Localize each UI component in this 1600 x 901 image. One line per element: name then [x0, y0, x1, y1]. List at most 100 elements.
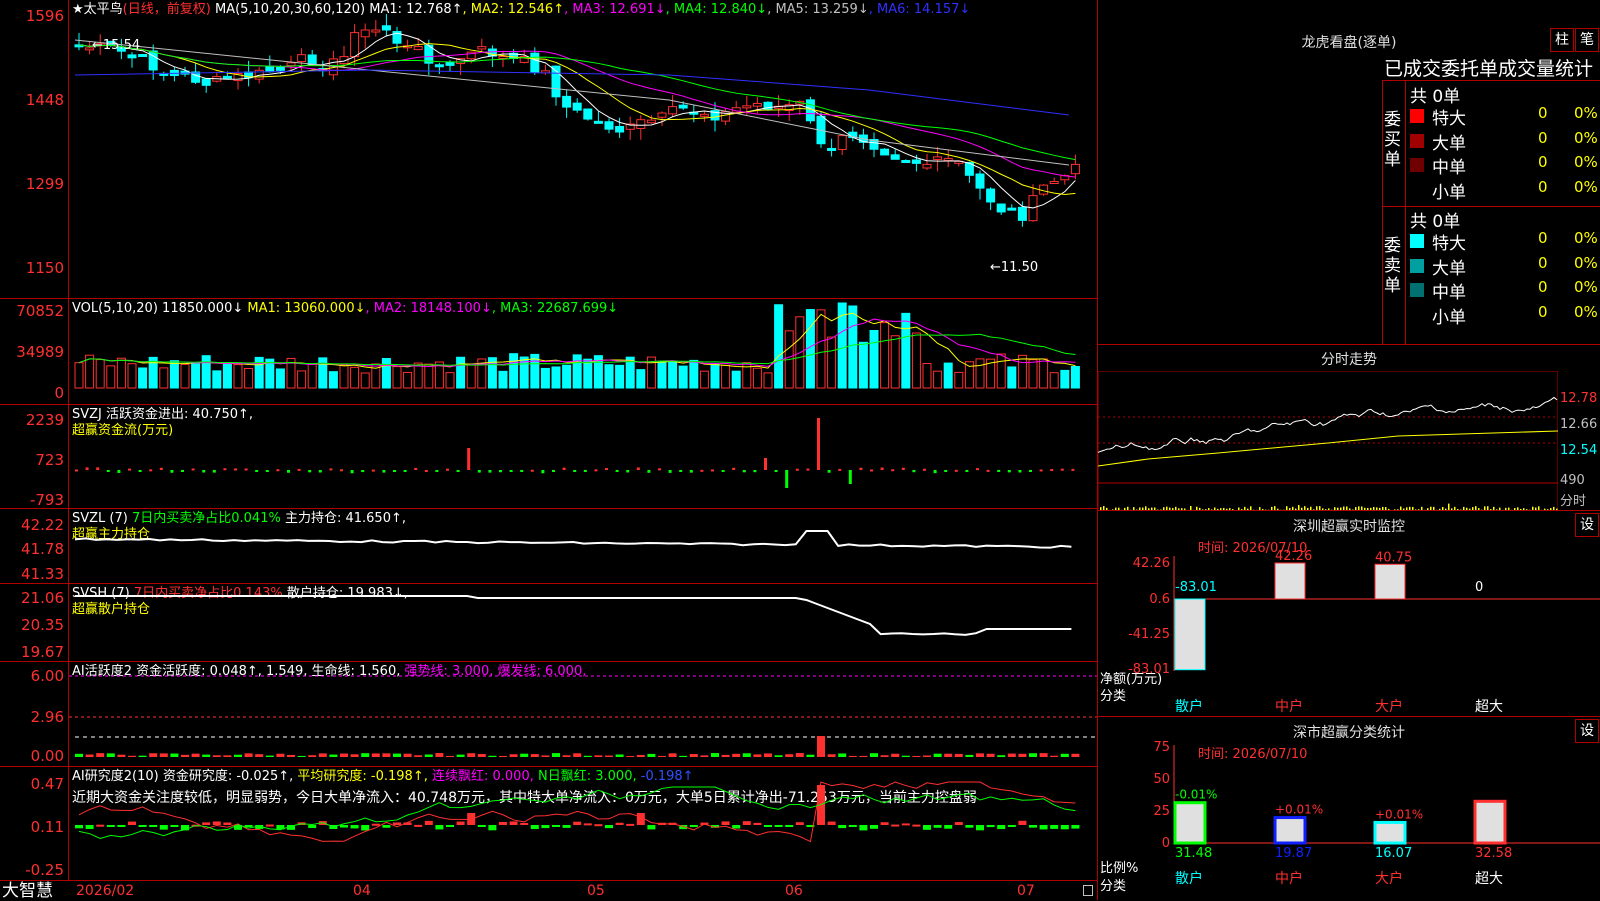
order-pct: 0% [1574, 229, 1598, 247]
candle [478, 47, 486, 49]
candle [902, 160, 910, 162]
volume-bar [1018, 355, 1026, 388]
volume-bar [658, 362, 666, 388]
tick-mode-button[interactable]: 笔 [1575, 28, 1599, 52]
volume-bar [404, 372, 412, 388]
lock-icon[interactable] [1083, 885, 1093, 896]
classify-bar-chart[interactable]: 7550250-0.01%31.48散户+0.01%19.87中户+0.01%1… [1098, 717, 1600, 901]
activity-bar [467, 753, 475, 757]
activity-bar [658, 756, 666, 757]
candle [149, 51, 157, 70]
activity-bar [817, 736, 825, 757]
svzj-y-axis: 2239 723 -793 [0, 405, 69, 508]
activity-bar [647, 754, 655, 757]
research-bar [308, 825, 316, 828]
research-bar [965, 825, 973, 828]
flow-bar [828, 470, 831, 473]
classify-value-label: 32.58 [1475, 846, 1512, 861]
monitor-bar-chart[interactable]: 42.260.6-41.25-83.01-83.01散户42.26中户40.75… [1098, 511, 1600, 717]
order-pct: 0% [1574, 129, 1598, 147]
activity-bar [245, 753, 253, 757]
candle [139, 55, 147, 57]
lhb-title: 龙虎看盘(逐单) [1098, 32, 1600, 52]
flow-bar [626, 470, 629, 472]
candle [128, 55, 136, 58]
flow-bar [531, 470, 534, 472]
volume-pane[interactable]: 70852 34989 0 VOL(5,10,20) 11850.000↓ MA… [0, 299, 1097, 405]
svzj-pane[interactable]: 2239 723 -793 SVZJ 活跃资金进出: 40.750↑, 超赢资金… [0, 405, 1097, 509]
kline-y-label: 1150 [26, 260, 64, 276]
candlestick-chart[interactable] [69, 0, 1097, 298]
candle [223, 76, 231, 78]
activity-bar [934, 754, 942, 757]
ai-active-pane[interactable]: 6.00 2.96 0.00 AI活跃度2 资金活跃度: 0.048↑, 1.5… [0, 662, 1097, 767]
activity-bar [478, 754, 486, 757]
flow-bar [1050, 469, 1053, 471]
bar-mode-button[interactable]: 柱 [1550, 28, 1574, 52]
svsh-pane[interactable]: 21.06 20.35 19.67 SVSH (7) 7日内买卖净占比0.143… [0, 584, 1097, 662]
volume-bar [679, 366, 687, 388]
candle [573, 103, 581, 110]
volume-bar [923, 364, 931, 388]
order-value: 0 [1538, 303, 1548, 321]
volume-chart[interactable] [69, 299, 1097, 404]
monitor-y-label: 0.6 [1149, 592, 1170, 607]
activity-bar [785, 754, 793, 757]
research-bar [626, 824, 634, 826]
svsh-chart[interactable] [69, 584, 1097, 661]
flow-bar [213, 470, 216, 473]
order-label: 特大 [1432, 104, 1466, 129]
volume-bar [817, 310, 825, 388]
research-bar [902, 823, 910, 825]
intraday-chart[interactable] [1098, 371, 1558, 511]
kline-pane[interactable]: 1596 1448 1299 1150 ★太平鸟(日线，前复权) MA(5,10… [0, 0, 1097, 299]
flow-bar [245, 468, 248, 470]
brand-logo[interactable]: 大智慧 [2, 881, 53, 901]
research-line [79, 787, 1075, 838]
flow-bar [881, 467, 884, 470]
legend-swatch [1410, 283, 1424, 297]
monitor-panel[interactable]: 深圳超赢实时监控 设 时间: 2026/07/10 42.260.6-41.25… [1098, 510, 1600, 717]
activity-bar [997, 755, 1005, 757]
flow-bar [510, 470, 513, 472]
volume-bar [1040, 359, 1048, 388]
ai-active-y-label: 6.00 [31, 668, 64, 684]
intraday-avg-line [1098, 431, 1558, 466]
research-bar [340, 825, 348, 828]
svzl-chart[interactable] [69, 509, 1097, 583]
intraday-frame [1098, 371, 1558, 511]
monitor-value-label: 40.75 [1375, 550, 1412, 565]
research-bar [775, 825, 783, 827]
volume-bar [393, 367, 401, 388]
ai-research-chart[interactable] [69, 767, 1097, 880]
time-label: 04 [353, 883, 371, 899]
activity-bar [234, 755, 242, 757]
ai-research-pane[interactable]: 0.47 0.11 -0.25 AI研究度2(10) 资金研究度: -0.025… [0, 767, 1097, 880]
candle [605, 122, 613, 129]
research-bar [753, 823, 761, 825]
kline-y-axis: 1596 1448 1299 1150 [0, 0, 69, 298]
intraday-panel[interactable]: 分时走势 12.78 12.66 12.54 490 分时 [1098, 344, 1600, 511]
volume-bar [329, 372, 337, 388]
activity-bar [510, 754, 518, 757]
research-line [79, 782, 1075, 842]
classify-panel[interactable]: 深市超赢分类统计 设 时间: 2026/07/10 7550250-0.01%3… [1098, 716, 1600, 901]
svzj-chart[interactable] [69, 405, 1097, 508]
activity-bar [679, 756, 687, 757]
research-bar [393, 822, 401, 825]
volume-bar [541, 368, 549, 388]
candle [202, 79, 210, 85]
kline-y-label: 1448 [26, 92, 64, 108]
candle [361, 30, 369, 37]
monitor-xlabel: 分类 [1100, 685, 1126, 704]
candle [997, 204, 1005, 212]
flow-bar [192, 469, 195, 471]
svzl-pane[interactable]: 42.22 41.78 41.33 SVZL (7) 7日内买卖净占比0.041… [0, 509, 1097, 584]
ai-active-chart[interactable] [69, 662, 1097, 766]
volume-bar [139, 368, 147, 388]
research-bar [870, 825, 878, 829]
volume-bar [425, 364, 433, 388]
flow-bar [75, 469, 78, 471]
activity-bar [669, 753, 677, 757]
research-bar [361, 825, 369, 830]
